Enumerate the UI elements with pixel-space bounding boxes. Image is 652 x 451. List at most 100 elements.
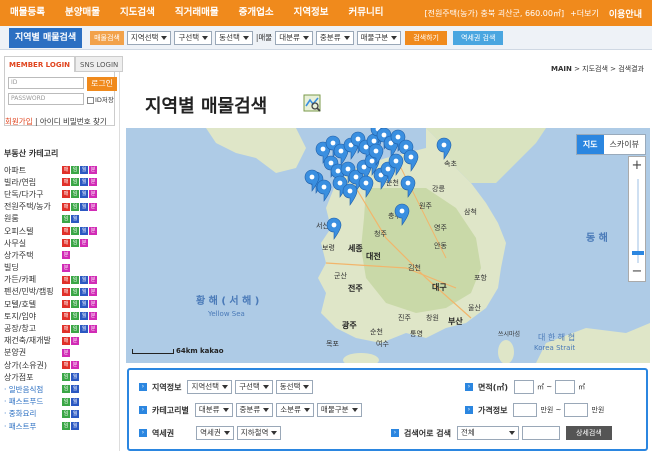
map-type-road[interactable]: 지도 — [576, 135, 604, 154]
guide-link[interactable]: 이용안내 — [609, 7, 652, 20]
category-item[interactable]: 공장/창고 매 임 월 분 — [4, 322, 116, 334]
login-button[interactable]: 로그인 — [87, 77, 117, 91]
deal-type-badge[interactable]: 임 — [62, 409, 70, 418]
deal-type-badge[interactable]: 매 — [62, 361, 70, 370]
deal-type-badge[interactable]: 분 — [89, 287, 97, 296]
listing-type-select[interactable]: 매물구분 — [356, 30, 402, 45]
deal-type-badge[interactable]: 분 — [71, 361, 79, 370]
category-item-label[interactable]: 사무실 — [4, 238, 62, 249]
deal-type-badge[interactable]: 월 — [80, 190, 88, 199]
nav-item-agency[interactable]: 중개업소 — [229, 0, 284, 26]
deal-type-badge[interactable]: 임 — [71, 239, 79, 248]
nav-item-map-search[interactable]: 지도검색 — [110, 0, 165, 26]
category-item[interactable]: 상가주택 분 — [4, 249, 116, 261]
join-link[interactable]: 회원가입 — [5, 117, 33, 126]
subway-station-select[interactable]: 지하철역 — [236, 426, 282, 440]
deal-type-badge[interactable]: 월 — [80, 300, 88, 309]
category-item-label[interactable]: · 패스트푸드 — [4, 396, 62, 407]
zoom-out-button[interactable]: − — [629, 263, 645, 281]
category-item-label[interactable]: 아파트 — [4, 165, 62, 176]
deal-type-badge[interactable]: 분 — [62, 263, 70, 272]
category-item-label[interactable]: · 중화요리 — [4, 408, 62, 419]
deal-type-badge[interactable]: 월 — [80, 227, 88, 236]
category-item-label[interactable]: 오피스텔 — [4, 226, 62, 237]
category-item-label[interactable]: 공장/창고 — [4, 323, 62, 334]
deal-type-badge[interactable]: 분 — [89, 275, 97, 284]
category-item[interactable]: 상가점포 임 월 — [4, 371, 116, 383]
deal-type-badge[interactable]: 분 — [89, 166, 97, 175]
deal-type-badge[interactable]: 임 — [71, 227, 79, 236]
district-select[interactable]: 구선택 — [174, 30, 213, 45]
deal-type-badge[interactable]: 월 — [80, 166, 88, 175]
deal-type-badge[interactable]: 분 — [89, 202, 97, 211]
category-item-label[interactable]: 전원주택/농가 — [4, 201, 62, 212]
area-max-input[interactable] — [555, 380, 576, 394]
deal-type-badge[interactable]: 임 — [71, 202, 79, 211]
category-item[interactable]: 사무실 매 임 분 — [4, 237, 116, 249]
nav-item-direct[interactable]: 직거래매물 — [165, 0, 229, 26]
major-category-select[interactable]: 대분류 — [275, 30, 313, 45]
deal-type-badge[interactable]: 임 — [62, 397, 70, 406]
minor-category-select[interactable]: 소분류 — [276, 403, 314, 417]
deal-type-badge[interactable]: 월 — [71, 422, 79, 431]
category-item[interactable]: · 일반음식점 임 월 — [4, 383, 116, 395]
keyword-input[interactable] — [521, 426, 560, 440]
category-item[interactable]: 모텔/호텔 매 임 월 분 — [4, 298, 116, 310]
category-item[interactable]: 단독/다가구 매 임 월 분 — [4, 188, 116, 200]
category-item[interactable]: 상가(소유권) 매 분 — [4, 359, 116, 371]
deal-type-badge[interactable]: 월 — [80, 324, 88, 333]
deal-type-badge[interactable]: 월 — [71, 397, 79, 406]
deal-type-badge[interactable]: 월 — [80, 178, 88, 187]
map-type-skyview[interactable]: 스카이뷰 — [604, 135, 645, 154]
category-item[interactable]: 펜션/민박/캠핑 매 임 월 분 — [4, 286, 116, 298]
map-canvas[interactable]: 황 해 ( 서 해 ) Yellow Sea 동 해 대 한 해 협 Korea… — [126, 128, 650, 363]
category-item[interactable]: 전원주택/농가 매 임 월 분 — [4, 201, 116, 213]
detail-search-button[interactable]: 상세검색 — [565, 426, 612, 440]
deal-type-badge[interactable]: 월 — [80, 202, 88, 211]
deal-type-badge[interactable]: 월 — [71, 385, 79, 394]
category-item-label[interactable]: 재건축/재개발 — [4, 335, 62, 346]
search-button[interactable]: 검색하기 — [405, 30, 447, 45]
major-category-select[interactable]: 대분류 — [194, 403, 233, 417]
deal-type-badge[interactable]: 분 — [89, 190, 97, 199]
category-item[interactable]: · 패스트푸 임 월 — [4, 420, 116, 432]
find-account-link[interactable]: | 아이디 비밀번호 찾기 — [35, 117, 107, 126]
tab-sns-login[interactable]: SNS LOGIN — [75, 56, 124, 72]
price-min-input[interactable] — [513, 403, 538, 417]
deal-type-badge[interactable]: 임 — [62, 373, 70, 382]
zoom-in-button[interactable]: + — [629, 157, 645, 175]
middle-category-select[interactable]: 중분류 — [235, 403, 274, 417]
deal-type-badge[interactable]: 임 — [71, 287, 79, 296]
deal-type-badge[interactable]: 분 — [89, 324, 97, 333]
price-max-input[interactable] — [564, 403, 589, 417]
zoom-handle[interactable] — [632, 251, 644, 255]
deal-type-badge[interactable]: 분 — [89, 227, 97, 236]
nav-item-community[interactable]: 커뮤니티 — [339, 0, 394, 26]
category-item-label[interactable]: · 패스트푸 — [4, 421, 62, 432]
checkbox-box[interactable] — [87, 96, 94, 104]
deal-type-badge[interactable]: 분 — [62, 348, 70, 357]
deal-type-badge[interactable]: 매 — [62, 202, 70, 211]
area-min-input[interactable] — [514, 380, 535, 394]
deal-type-badge[interactable]: 월 — [80, 287, 88, 296]
category-item-label[interactable]: 상가(소유권) — [4, 360, 62, 371]
deal-type-badge[interactable]: 매 — [62, 275, 70, 284]
tab-member-login[interactable]: MEMBER LOGIN — [4, 56, 76, 72]
deal-type-badge[interactable]: 월 — [71, 214, 79, 223]
map-view[interactable]: 황 해 ( 서 해 ) Yellow Sea 동 해 대 한 해 협 Korea… — [126, 128, 650, 363]
category-item-label[interactable]: 빌딩 — [4, 262, 62, 273]
deal-type-badge[interactable]: 임 — [62, 385, 70, 394]
deal-type-badge[interactable]: 월 — [80, 275, 88, 284]
deal-type-badge[interactable]: 임 — [71, 300, 79, 309]
deal-type-badge[interactable]: 매 — [62, 312, 70, 321]
category-item-label[interactable]: 분양권 — [4, 347, 62, 358]
region-select[interactable]: 지역선택 — [187, 380, 233, 394]
deal-type-badge[interactable]: 분 — [89, 178, 97, 187]
category-item[interactable]: 가든/카페 매 임 월 분 — [4, 274, 116, 286]
category-item-label[interactable]: 모텔/호텔 — [4, 299, 62, 310]
deal-type-badge[interactable]: 분 — [80, 239, 88, 248]
listing-type-select[interactable]: 매물구분 — [316, 403, 362, 417]
nav-item-register[interactable]: 매물등록 — [0, 0, 55, 26]
keyword-scope-select[interactable]: 전체 — [456, 426, 519, 440]
category-item[interactable]: 빌라/연립 매 임 월 분 — [4, 176, 116, 188]
